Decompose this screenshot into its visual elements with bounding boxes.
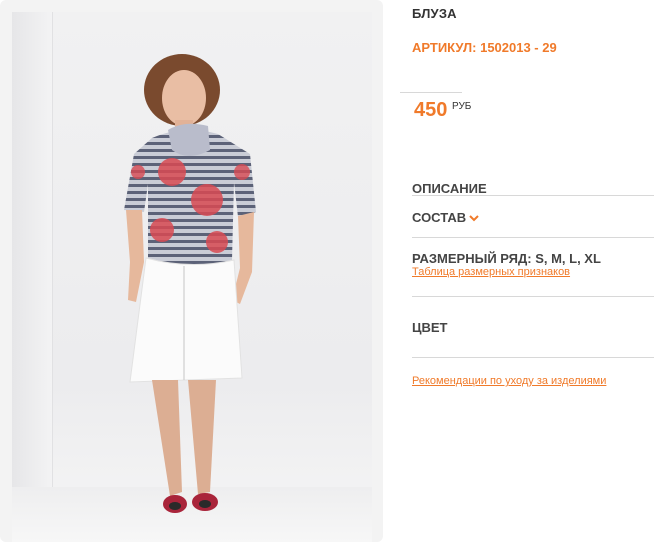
section-divider bbox=[412, 357, 654, 358]
model-figure bbox=[124, 54, 256, 513]
product-photo-frame bbox=[0, 0, 383, 542]
model-arm-left bbox=[126, 210, 144, 302]
model-legs bbox=[152, 380, 182, 496]
section-divider bbox=[412, 296, 654, 297]
chevron-down-icon bbox=[469, 215, 479, 222]
description-label[interactable]: ОПИСАНИЕ bbox=[412, 181, 487, 196]
section-divider bbox=[412, 237, 654, 238]
product-article: АРТИКУЛ: 1502013 - 29 bbox=[412, 40, 557, 55]
price-currency: РУБ bbox=[452, 101, 472, 112]
composition-label: СОСТАВ bbox=[412, 210, 467, 225]
price-divider bbox=[400, 92, 462, 93]
product-title: БЛУЗА bbox=[412, 6, 457, 21]
size-table-link[interactable]: Таблица размерных признаков bbox=[412, 266, 570, 278]
care-instructions-link[interactable]: Рекомендации по уходу за изделиями bbox=[412, 375, 606, 387]
composition-toggle[interactable]: СОСТАВ bbox=[412, 210, 479, 225]
section-divider bbox=[412, 195, 654, 196]
model-face bbox=[162, 70, 206, 126]
product-photo[interactable] bbox=[12, 12, 372, 542]
sizes-label: РАЗМЕРНЫЙ РЯД: S, M, L, XL bbox=[412, 251, 601, 266]
product-price: 450 bbox=[414, 99, 448, 121]
color-label: ЦВЕТ bbox=[412, 320, 448, 335]
skirt bbox=[129, 257, 243, 383]
